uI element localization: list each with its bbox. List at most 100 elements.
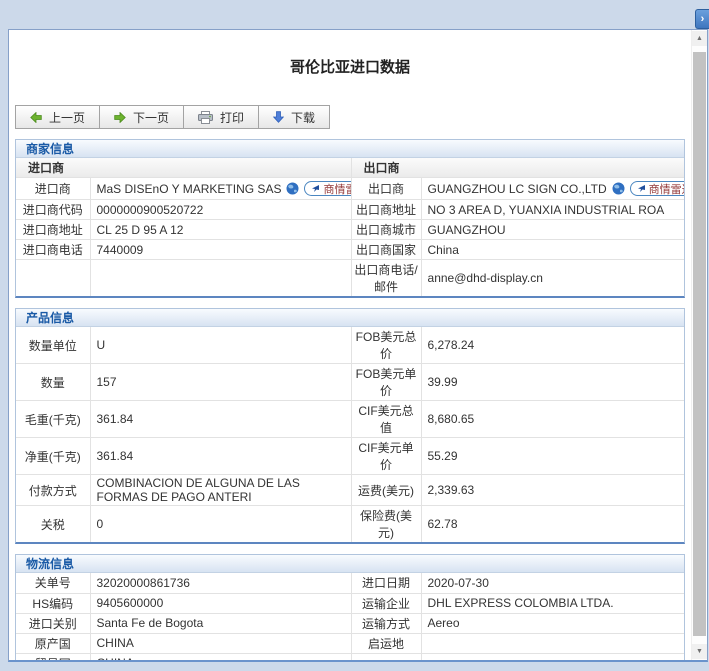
field-label: 关税	[15, 505, 91, 543]
field-label: 进口商	[15, 177, 91, 200]
importer-name-cell: MaS DISEnO Y MARKETING SAS 商情雷达	[89, 177, 352, 200]
field-value: 9405600000	[89, 592, 352, 614]
field-value: U	[89, 326, 352, 364]
scroll-down-icon: ▼	[696, 648, 703, 655]
exporter-column-header: 出口商	[350, 157, 685, 178]
field-value: 361.84	[89, 437, 352, 475]
merchant-table: 进口商 出口商 进口商 MaS DISEnO Y MARKETING SAS 商…	[15, 157, 685, 297]
section-merchant: 商家信息 进口商 出口商 进口商 MaS DISEnO Y MARKETING …	[15, 139, 685, 298]
field-label: 进口商地址	[15, 219, 91, 240]
print-button[interactable]: 打印	[183, 105, 260, 129]
radar-arrow-icon	[637, 184, 646, 193]
prev-page-button[interactable]: 上一页	[15, 105, 101, 129]
product-table: 数量单位 U FOB美元总价 6,278.24 数量 157 FOB美元单价 3…	[15, 326, 685, 543]
business-radar-label: 商情雷达	[323, 183, 350, 196]
field-label: 毛重(千克)	[15, 400, 91, 438]
field-value	[420, 652, 685, 660]
print-label: 打印	[220, 110, 245, 125]
arrow-left-icon	[30, 111, 42, 123]
vertical-scrollbar[interactable]: ▲ ▼	[691, 30, 707, 660]
field-value: 55.29	[420, 437, 685, 475]
scroll-down-button[interactable]: ▼	[692, 644, 707, 659]
section-logistics-title: 物流信息	[16, 555, 684, 573]
toolbar: 上一页 下一页 打印 下载	[15, 105, 331, 129]
scroll-up-button[interactable]: ▲	[692, 31, 707, 46]
detail-window: 哥伦比亚进口数据 上一页 下一页 打印 下载 商家信息 进口商 出口商 进口商 …	[8, 29, 708, 662]
importer-column-header: 进口商	[15, 157, 352, 178]
field-label: 贸易国	[15, 652, 91, 660]
download-label: 下载	[291, 110, 316, 125]
field-label: CIF美元总值	[350, 400, 422, 438]
field-label: CIF美元单价	[350, 437, 422, 475]
field-value: 2,339.63	[420, 474, 685, 506]
printer-icon	[198, 110, 214, 124]
field-label: FOB美元总价	[350, 326, 422, 364]
field-label: 进口关别	[15, 612, 91, 634]
globe-icon[interactable]	[612, 182, 625, 195]
field-label: 保险费(美元)	[350, 505, 422, 543]
field-value: CL 25 D 95 A 12	[89, 219, 352, 240]
section-product-title: 产品信息	[16, 309, 684, 327]
field-label: 付款方式	[15, 474, 91, 506]
scrollbar-thumb[interactable]	[693, 52, 706, 636]
field-value: CHINA	[89, 652, 352, 660]
field-value: anne@dhd-display.cn	[420, 259, 685, 297]
next-page-label: 下一页	[133, 110, 170, 125]
field-value	[420, 632, 685, 654]
field-value: 0000000900520722	[89, 199, 352, 220]
business-radar-badge[interactable]: 商情雷达	[629, 181, 684, 196]
importer-name: MaS DISEnO Y MARKETING SAS	[96, 181, 282, 196]
section-merchant-title: 商家信息	[16, 140, 684, 158]
field-label: 数量单位	[15, 326, 91, 364]
field-label	[15, 259, 91, 297]
field-label: 进口日期	[350, 572, 422, 594]
field-label: 数量	[15, 363, 91, 401]
field-label: 启运地	[350, 632, 422, 654]
exporter-name-cell: GUANGZHOU LC SIGN CO.,LTD 商情雷达	[420, 177, 685, 200]
detail-content: 哥伦比亚进口数据 上一页 下一页 打印 下载 商家信息 进口商 出口商 进口商 …	[9, 30, 691, 660]
download-button[interactable]: 下载	[258, 105, 331, 129]
field-value: 157	[89, 363, 352, 401]
field-label: 出口商电话/邮件	[350, 259, 422, 297]
field-value: Aereo	[420, 612, 685, 634]
logistics-table: 关单号 32020000861736 进口日期 2020-07-30 HS编码 …	[15, 572, 685, 660]
arrow-right-icon	[114, 111, 126, 123]
globe-icon[interactable]	[286, 182, 299, 195]
field-label: 出口商	[350, 177, 422, 200]
field-label: HS编码	[15, 592, 91, 614]
field-value: COMBINACION DE ALGUNA DE LAS FORMAS DE P…	[89, 474, 352, 506]
scroll-up-icon: ▲	[696, 35, 703, 42]
expand-panel-button[interactable]: ›	[695, 9, 709, 29]
field-label: FOB美元单价	[350, 363, 422, 401]
prev-page-label: 上一页	[49, 110, 86, 125]
field-label: 运费(美元)	[350, 474, 422, 506]
exporter-name: GUANGZHOU LC SIGN CO.,LTD	[427, 181, 607, 196]
field-value: 7440009	[89, 239, 352, 260]
field-label: 出口商国家	[350, 239, 422, 260]
next-page-button[interactable]: 下一页	[99, 105, 185, 129]
radar-arrow-icon	[311, 184, 320, 193]
field-value: 8,680.65	[420, 400, 685, 438]
field-label: 运输方式	[350, 612, 422, 634]
arrow-down-icon	[273, 111, 285, 123]
field-value: CHINA	[89, 632, 352, 654]
field-label: 进口商电话	[15, 239, 91, 260]
chevron-right-icon: ›	[700, 13, 705, 25]
field-label: 运输企业	[350, 592, 422, 614]
field-value: GUANGZHOU	[420, 219, 685, 240]
field-value: 32020000861736	[89, 572, 352, 594]
business-radar-badge[interactable]: 商情雷达	[304, 181, 351, 196]
field-label: 出口商城市	[350, 219, 422, 240]
section-product: 产品信息 数量单位 U FOB美元总价 6,278.24 数量 157 FOB美…	[15, 308, 685, 544]
field-label: 出口商地址	[350, 199, 422, 220]
field-value: 39.99	[420, 363, 685, 401]
field-value: DHL EXPRESS COLOMBIA LTDA.	[420, 592, 685, 614]
field-label: 关单号	[15, 572, 91, 594]
field-value	[89, 259, 352, 297]
field-value: 0	[89, 505, 352, 543]
section-logistics: 物流信息 关单号 32020000861736 进口日期 2020-07-30 …	[15, 554, 685, 660]
field-value: China	[420, 239, 685, 260]
field-label: 进口商代码	[15, 199, 91, 220]
field-label: 净重(千克)	[15, 437, 91, 475]
field-value: 2020-07-30	[420, 572, 685, 594]
